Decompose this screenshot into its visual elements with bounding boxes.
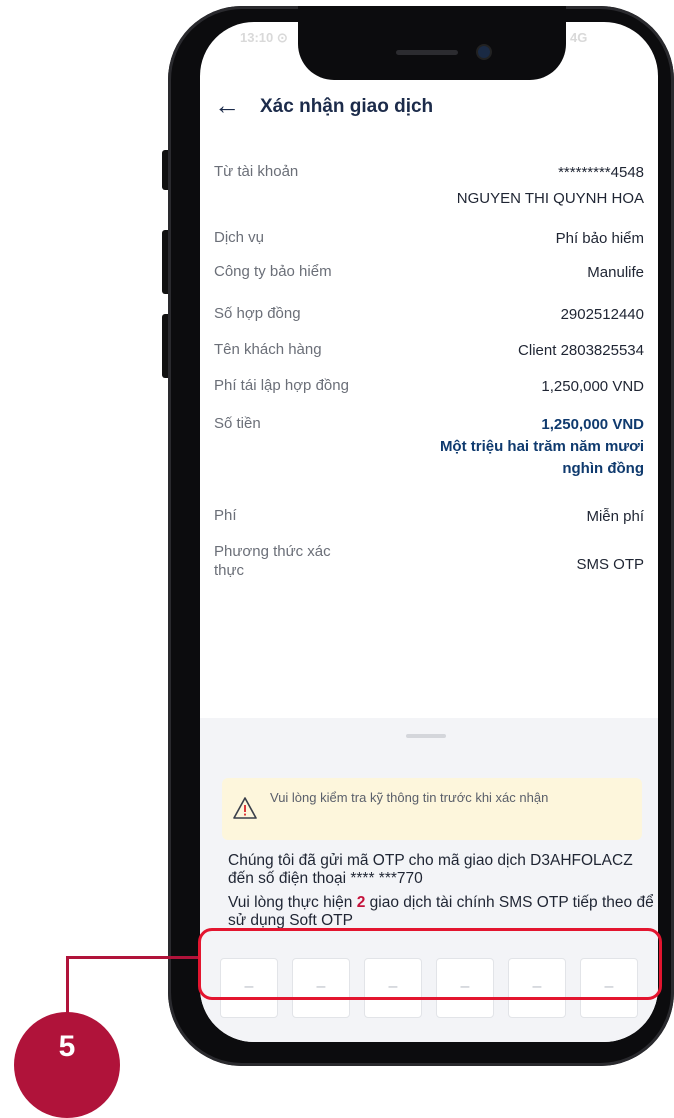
detail-label: Số tiền: [214, 415, 261, 432]
step-number-badge: 5: [14, 1012, 120, 1118]
amount-value: 1,250,000 VND: [541, 416, 644, 433]
detail-label: Phí: [214, 507, 237, 524]
detail-label: Phí tái lập hợp đồng: [214, 377, 349, 394]
annotation-connector: [66, 956, 69, 1016]
warning-text: Vui lòng kiểm tra kỹ thông tin trước khi…: [270, 790, 549, 805]
sheet-drag-handle[interactable]: [406, 734, 446, 738]
step-number: 5: [58, 1030, 76, 1063]
detail-value: 1,250,000 VND: [541, 378, 644, 395]
amount-in-words: Một triệu hai trăm năm mươi nghìn đồng: [439, 438, 644, 477]
status-network: 4G: [570, 30, 588, 45]
account-number: *********4548: [558, 164, 644, 181]
app-header: ← Xác nhận giao dịch: [200, 86, 658, 130]
detail-label: Dịch vụ: [214, 229, 265, 246]
speaker-grille: [396, 50, 458, 55]
page-title: Xác nhận giao dịch: [260, 96, 434, 117]
phone-notch: [298, 6, 566, 80]
status-time: 13:10 ⊙: [240, 30, 288, 45]
otp-highlight-frame: [198, 928, 662, 1000]
account-holder-name: NGUYEN THI QUYNH HOA: [456, 190, 644, 207]
detail-label: Công ty bảo hiểm: [214, 263, 332, 280]
warning-icon: [233, 797, 257, 819]
otp-sent-message: Chúng tôi đã gửi mã OTP cho mã giao dịch…: [228, 852, 633, 887]
note-text: Vui lòng thực hiện: [228, 894, 357, 911]
annotation-connector: [66, 956, 200, 959]
detail-value: Phí bảo hiểm: [555, 230, 644, 247]
front-camera: [478, 46, 490, 58]
detail-value: Client 2803825534: [518, 342, 644, 359]
warning-banner: Vui lòng kiểm tra kỹ thông tin trước khi…: [222, 778, 642, 840]
app-screen: 13:10 ⊙ 4G ← Xác nhận giao dịch Từ tài k…: [200, 22, 658, 1042]
detail-label: Tên khách hàng: [214, 341, 322, 358]
detail-value: SMS OTP: [576, 556, 644, 573]
detail-value: Miễn phí: [586, 508, 644, 525]
soft-otp-note: Vui lòng thực hiện 2 giao dịch tài chính…: [228, 894, 658, 930]
detail-label: Số hợp đồng: [214, 305, 301, 322]
detail-label: Phương thức xác thực: [214, 543, 331, 579]
detail-value: 2902512440: [560, 306, 644, 323]
detail-value: Manulife: [587, 264, 644, 281]
back-arrow-icon[interactable]: ←: [214, 92, 240, 118]
